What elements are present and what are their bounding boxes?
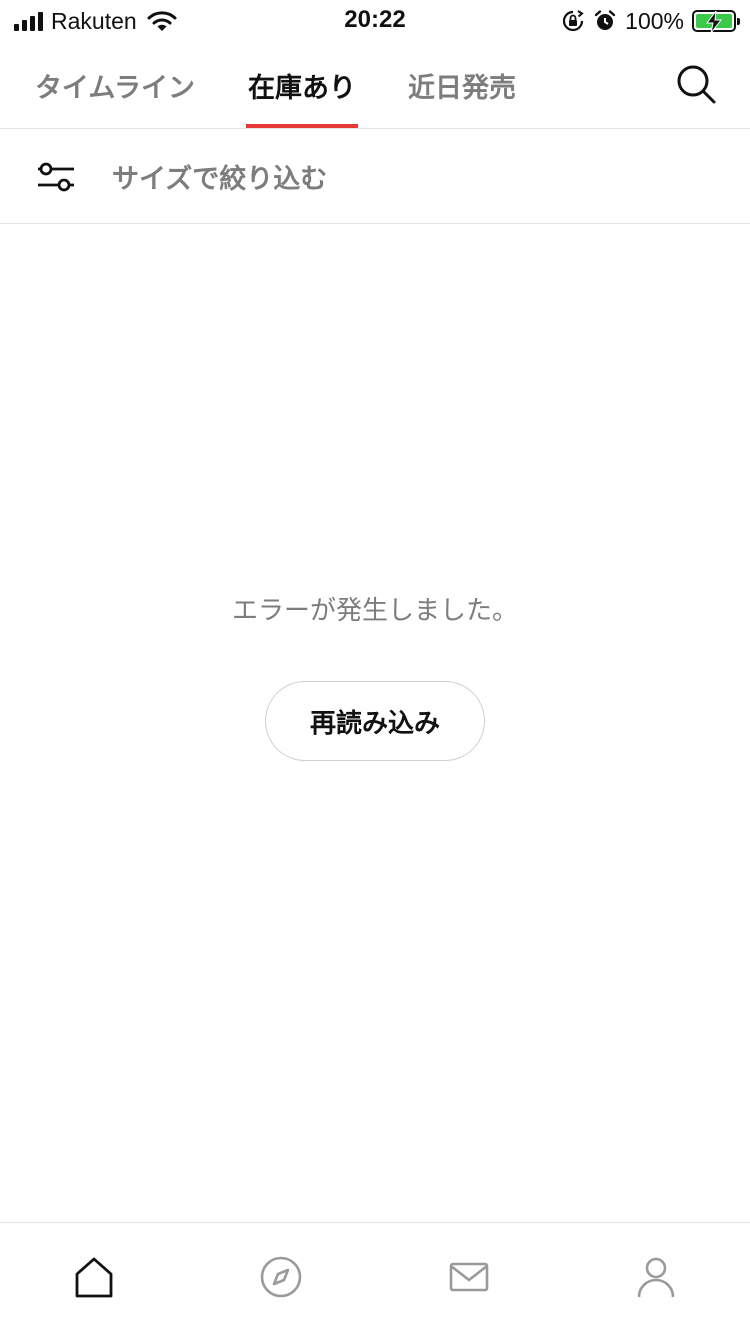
search-icon[interactable] <box>674 62 718 106</box>
tab-coming-soon[interactable]: 近日発売 <box>404 42 520 128</box>
home-icon[interactable] <box>72 1255 116 1299</box>
profile-icon[interactable] <box>634 1255 678 1299</box>
tab-in-stock-label: 在庫あり <box>248 72 356 104</box>
size-filter-label: サイズで絞り込む <box>112 164 328 195</box>
screen: Rakuten 20:22 100% タイムライン 在庫あり 近日発売 サイズで… <box>0 0 750 1334</box>
orientation-lock-icon <box>563 10 584 32</box>
top-tab-bar: タイムライン 在庫あり 近日発売 <box>0 42 750 129</box>
tab-coming-soon-label: 近日発売 <box>408 72 516 104</box>
mail-icon[interactable] <box>447 1255 491 1299</box>
battery-charging-icon <box>692 10 740 33</box>
alarm-icon <box>594 10 616 30</box>
tab-timeline[interactable]: タイムライン <box>28 42 202 128</box>
tab-in-stock[interactable]: 在庫あり <box>246 42 358 128</box>
status-right: 100% <box>561 7 740 35</box>
charging-bolt-icon <box>706 11 723 33</box>
bottom-nav <box>0 1222 750 1334</box>
active-tab-indicator <box>246 124 358 128</box>
compass-icon[interactable] <box>259 1255 303 1299</box>
reload-button[interactable]: 再読み込み <box>265 681 485 761</box>
battery-percent: 100% <box>625 7 684 34</box>
error-message: エラーが発生しました。 <box>231 596 518 626</box>
status-bar: Rakuten 20:22 100% <box>0 0 750 42</box>
battery-cap <box>737 18 740 25</box>
size-filter-row[interactable]: サイズで絞り込む <box>0 129 750 224</box>
sliders-icon <box>38 162 74 192</box>
tab-timeline-label: タイムライン <box>34 72 196 104</box>
